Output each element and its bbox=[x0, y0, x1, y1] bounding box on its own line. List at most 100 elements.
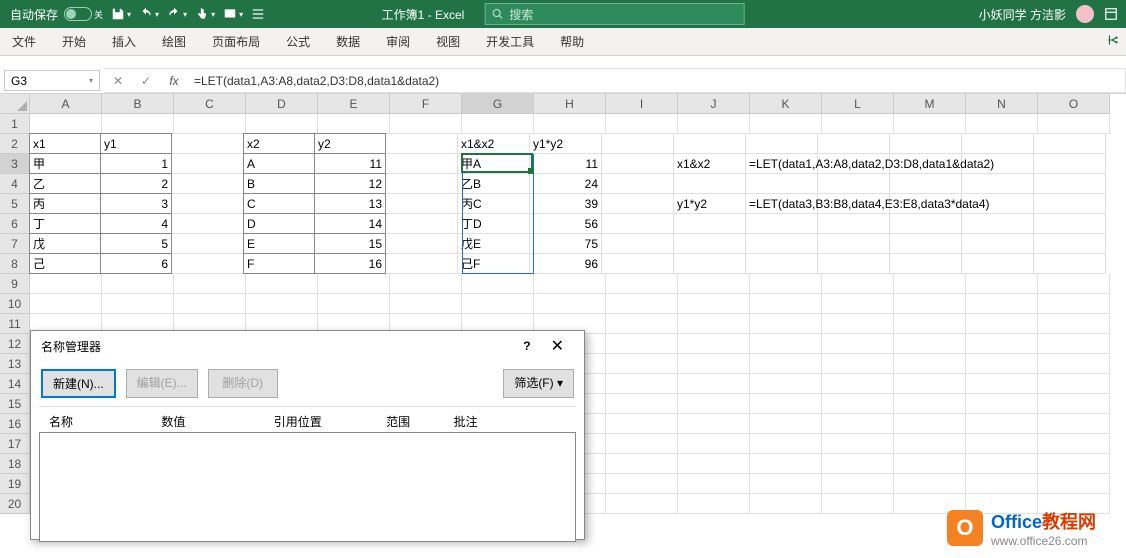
cell[interactable]: F bbox=[243, 253, 315, 274]
cell[interactable]: y1*y2 bbox=[530, 134, 602, 154]
row-header[interactable]: 1 bbox=[0, 114, 30, 134]
cell[interactable]: 11 bbox=[530, 154, 602, 174]
cell[interactable] bbox=[1034, 254, 1106, 274]
cell[interactable]: 丁 bbox=[29, 213, 101, 234]
tab-developer[interactable]: 开发工具 bbox=[484, 29, 536, 54]
cell[interactable] bbox=[602, 234, 674, 254]
row-header[interactable]: 8 bbox=[0, 254, 30, 274]
cell[interactable] bbox=[822, 474, 894, 494]
delete-name-button[interactable]: 删除(D) bbox=[208, 369, 278, 398]
cell[interactable] bbox=[822, 274, 894, 294]
cell[interactable] bbox=[822, 314, 894, 334]
cell[interactable]: y1*y2 bbox=[674, 194, 746, 214]
cell[interactable] bbox=[172, 154, 244, 174]
ribbon-display-icon[interactable] bbox=[1104, 7, 1118, 21]
column-header[interactable]: B bbox=[102, 94, 174, 114]
row-header[interactable]: 4 bbox=[0, 174, 30, 194]
cell[interactable] bbox=[818, 214, 890, 234]
cell[interactable] bbox=[390, 274, 462, 294]
cell[interactable] bbox=[174, 294, 246, 314]
cell[interactable] bbox=[962, 234, 1034, 254]
cell[interactable] bbox=[746, 134, 818, 154]
formula-input[interactable]: =LET(data1,A3:A8,data2,D3:D8,data1&data2… bbox=[188, 68, 1126, 93]
cell[interactable] bbox=[750, 294, 822, 314]
row-header[interactable]: 18 bbox=[0, 454, 30, 474]
cell[interactable] bbox=[746, 254, 818, 274]
cell[interactable] bbox=[1038, 334, 1110, 354]
name-box[interactable]: G3 ▾ bbox=[4, 70, 100, 91]
cell[interactable] bbox=[894, 434, 966, 454]
column-header[interactable]: D bbox=[246, 94, 318, 114]
edit-name-button[interactable]: 编辑(E)... bbox=[126, 369, 198, 398]
dialog-help-button[interactable]: ? bbox=[513, 339, 540, 353]
cell[interactable] bbox=[678, 334, 750, 354]
cell[interactable]: 13 bbox=[314, 193, 386, 214]
cell[interactable]: 6 bbox=[100, 253, 172, 274]
cell[interactable] bbox=[962, 134, 1034, 154]
dialog-close-button[interactable]: ✕ bbox=[541, 336, 574, 356]
cell[interactable] bbox=[822, 414, 894, 434]
cell[interactable] bbox=[602, 194, 674, 214]
cell[interactable] bbox=[746, 174, 818, 194]
cell[interactable]: 24 bbox=[530, 174, 602, 194]
cell[interactable] bbox=[602, 134, 674, 154]
cell[interactable] bbox=[966, 394, 1038, 414]
cell[interactable]: 3 bbox=[100, 193, 172, 214]
cell[interactable] bbox=[894, 474, 966, 494]
cell[interactable]: 丙C bbox=[458, 194, 530, 214]
cell[interactable] bbox=[678, 494, 750, 514]
column-header[interactable]: A bbox=[30, 94, 102, 114]
cell[interactable] bbox=[966, 414, 1038, 434]
cell[interactable] bbox=[534, 274, 606, 294]
cell[interactable] bbox=[1034, 174, 1106, 194]
column-header[interactable]: F bbox=[390, 94, 462, 114]
cell[interactable] bbox=[1034, 194, 1106, 214]
cell[interactable] bbox=[606, 114, 678, 134]
cell[interactable] bbox=[966, 334, 1038, 354]
cell[interactable] bbox=[172, 134, 244, 154]
cell[interactable]: 75 bbox=[530, 234, 602, 254]
cell[interactable]: =LET(data3,B3:B8,data4,E3:E8,data3*data4… bbox=[746, 194, 818, 214]
cell[interactable] bbox=[386, 214, 458, 234]
cell[interactable] bbox=[678, 354, 750, 374]
cell[interactable]: 14 bbox=[314, 213, 386, 234]
cell[interactable]: 甲 bbox=[29, 153, 101, 174]
cell[interactable] bbox=[822, 114, 894, 134]
column-header[interactable]: L bbox=[822, 94, 894, 114]
cell[interactable] bbox=[1038, 414, 1110, 434]
cell[interactable] bbox=[462, 274, 534, 294]
cell[interactable]: C bbox=[243, 193, 315, 214]
cell[interactable] bbox=[962, 214, 1034, 234]
cell[interactable] bbox=[966, 314, 1038, 334]
cell[interactable] bbox=[1034, 214, 1106, 234]
cell[interactable] bbox=[750, 454, 822, 474]
cell[interactable] bbox=[606, 454, 678, 474]
cell[interactable] bbox=[678, 414, 750, 434]
row-header[interactable]: 13 bbox=[0, 354, 30, 374]
col-scope[interactable]: 范围 bbox=[386, 413, 453, 430]
cell[interactable] bbox=[602, 154, 674, 174]
cell[interactable] bbox=[606, 314, 678, 334]
tab-home[interactable]: 开始 bbox=[60, 29, 88, 54]
cell[interactable] bbox=[30, 294, 102, 314]
cell[interactable] bbox=[890, 134, 962, 154]
cell[interactable]: E bbox=[243, 233, 315, 254]
row-header[interactable]: 10 bbox=[0, 294, 30, 314]
cell[interactable] bbox=[674, 174, 746, 194]
cell[interactable]: 96 bbox=[530, 254, 602, 274]
row-header[interactable]: 11 bbox=[0, 314, 30, 334]
cell[interactable] bbox=[606, 374, 678, 394]
cell[interactable] bbox=[962, 254, 1034, 274]
cell[interactable]: A bbox=[243, 153, 315, 174]
cell[interactable] bbox=[822, 334, 894, 354]
tab-layout[interactable]: 页面布局 bbox=[210, 29, 262, 54]
cell[interactable]: x1 bbox=[29, 133, 101, 154]
cell[interactable] bbox=[678, 394, 750, 414]
touch-mode-button[interactable]: ▾ bbox=[195, 7, 215, 21]
tab-file[interactable]: 文件 bbox=[10, 29, 38, 54]
cell[interactable] bbox=[818, 234, 890, 254]
avatar[interactable] bbox=[1076, 5, 1094, 23]
cell[interactable] bbox=[102, 114, 174, 134]
cell[interactable] bbox=[750, 334, 822, 354]
names-list[interactable] bbox=[39, 432, 576, 542]
